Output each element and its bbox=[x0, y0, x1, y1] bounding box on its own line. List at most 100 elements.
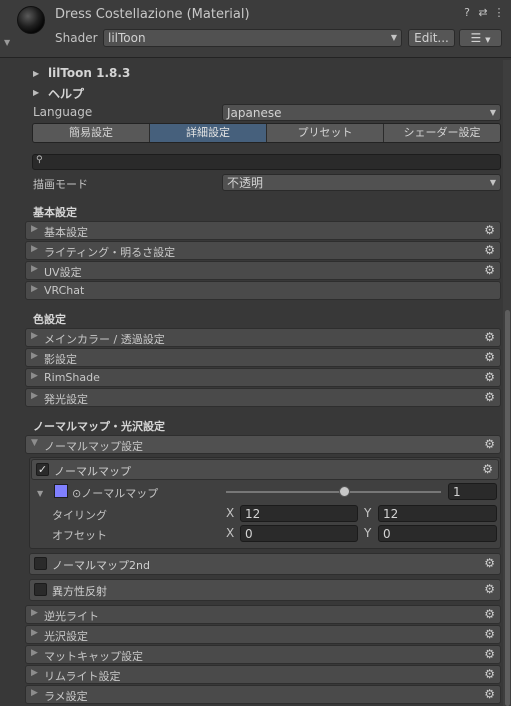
gear-icon[interactable]: ⚙ bbox=[484, 607, 495, 621]
strength-slider-knob[interactable] bbox=[339, 486, 350, 497]
offset-y-field[interactable]: 0 bbox=[378, 525, 497, 542]
foldout-arrow-icon: ▶ bbox=[31, 668, 38, 678]
foldout-arrow-open-icon: ▼ bbox=[31, 438, 38, 448]
foldout-label: ノーマルマップ設定 bbox=[44, 440, 143, 453]
preset-icon[interactable]: ⇄ bbox=[476, 6, 490, 20]
strength-field[interactable]: 1 bbox=[448, 483, 497, 500]
foldout-shadow[interactable]: ▶ 影設定 ⚙ bbox=[25, 348, 501, 367]
foldout-basic[interactable]: ▶ 基本設定 ⚙ bbox=[25, 221, 501, 240]
material-preview-icon bbox=[17, 6, 45, 34]
foldout-emission[interactable]: ▶ 発光設定 ⚙ bbox=[25, 388, 501, 407]
search-input[interactable]: ⚲ bbox=[32, 154, 501, 170]
gear-icon[interactable]: ⚙ bbox=[484, 437, 495, 451]
foldout-uv[interactable]: ▶ UV設定 ⚙ bbox=[25, 261, 501, 280]
foldout-label: 影設定 bbox=[44, 353, 77, 366]
normal-texture-swatch[interactable] bbox=[54, 484, 68, 498]
offset-label: オフセット bbox=[52, 529, 107, 542]
tiling-y-field[interactable]: 12 bbox=[378, 505, 497, 522]
shader-list-button[interactable]: ☰ ▼ bbox=[459, 29, 502, 47]
tab-shader-settings[interactable]: シェーダー設定 bbox=[384, 124, 500, 142]
normal-map-2nd-checkbox[interactable] bbox=[34, 557, 47, 570]
foldout-lighting[interactable]: ▶ ライティング・明るさ設定 ⚙ bbox=[25, 241, 501, 260]
shader-value: lilToon bbox=[108, 31, 146, 45]
foldout-arrow-icon: ▶ bbox=[31, 371, 38, 381]
render-mode-value: 不透明 bbox=[227, 176, 264, 190]
anisotropy-checkbox[interactable] bbox=[34, 583, 47, 596]
gear-icon[interactable]: ⚙ bbox=[484, 582, 495, 596]
foldout-label: 基本設定 bbox=[44, 226, 88, 239]
language-value: Japanese bbox=[227, 106, 282, 120]
version-foldout[interactable]: lilToon 1.8.3 bbox=[48, 66, 130, 80]
foldout-label: 逆光ライト bbox=[44, 610, 99, 623]
edit-shader-button[interactable]: Edit... bbox=[408, 29, 455, 47]
foldout-label: メインカラー / 透過設定 bbox=[44, 333, 165, 346]
foldout-reflection[interactable]: ▶ 光沢設定 ⚙ bbox=[25, 625, 501, 644]
foldout-normal-map-settings[interactable]: ▼ ノーマルマップ設定 ⚙ bbox=[25, 435, 501, 454]
foldout-glitter[interactable]: ▶ ラメ設定 ⚙ bbox=[25, 685, 501, 704]
offset-x-field[interactable]: 0 bbox=[240, 525, 358, 542]
gear-icon[interactable]: ⚙ bbox=[484, 627, 495, 641]
tab-advanced[interactable]: 詳細設定 bbox=[150, 124, 267, 142]
foldout-label: ライティング・明るさ設定 bbox=[44, 246, 176, 259]
foldout-rimshade[interactable]: ▶ RimShade ⚙ bbox=[25, 368, 501, 387]
foldout-backlight[interactable]: ▶ 逆光ライト ⚙ bbox=[25, 605, 501, 624]
help-icon[interactable]: ? bbox=[460, 6, 474, 20]
section-title-basic: 基本設定 bbox=[33, 206, 77, 219]
tiling-label: タイリング bbox=[52, 509, 107, 522]
tab-preset[interactable]: プリセット bbox=[267, 124, 384, 142]
list-icon: ☰ bbox=[470, 31, 482, 45]
search-icon: ⚲ bbox=[36, 155, 43, 165]
offset-x-label: X bbox=[226, 526, 235, 540]
foldout-rimlight[interactable]: ▶ リムライト設定 ⚙ bbox=[25, 665, 501, 684]
tiling-x-field[interactable]: 12 bbox=[240, 505, 358, 522]
foldout-label: UV設定 bbox=[44, 266, 82, 279]
gear-icon[interactable]: ⚙ bbox=[484, 223, 495, 237]
foldout-label: VRChat bbox=[44, 284, 85, 297]
foldout-arrow-icon: ▶ bbox=[31, 628, 38, 638]
foldout-arrow-icon: ▶ bbox=[31, 648, 38, 658]
gear-icon[interactable]: ⚙ bbox=[484, 647, 495, 661]
gear-icon[interactable]: ⚙ bbox=[484, 687, 495, 701]
mode-tabs: 簡易設定 詳細設定 プリセット シェーダー設定 bbox=[32, 123, 501, 143]
normal-map-property-label: ⊙ノーマルマップ bbox=[72, 487, 159, 500]
anisotropy-row: 異方性反射 ⚙ bbox=[29, 579, 501, 601]
foldout-label: RimShade bbox=[44, 371, 100, 384]
anisotropy-label: 異方性反射 bbox=[52, 585, 107, 598]
gear-icon[interactable]: ⚙ bbox=[484, 243, 495, 257]
foldout-arrow-icon: ▶ bbox=[31, 608, 38, 618]
foldout-arrow-icon: ▶ bbox=[31, 391, 38, 401]
language-label: Language bbox=[33, 105, 93, 119]
foldout-arrow-icon: ▶ bbox=[31, 284, 38, 294]
foldout-arrow-icon: ▶ bbox=[31, 688, 38, 698]
section-title-color: 色設定 bbox=[33, 313, 66, 326]
strength-slider-track[interactable] bbox=[226, 491, 441, 493]
foldout-label: 光沢設定 bbox=[44, 630, 88, 643]
normal-map-checkbox[interactable]: ✓ bbox=[36, 463, 49, 476]
tab-simple[interactable]: 簡易設定 bbox=[33, 124, 150, 142]
gear-icon[interactable]: ⚙ bbox=[484, 350, 495, 364]
gear-icon[interactable]: ⚙ bbox=[484, 556, 495, 570]
gear-icon[interactable]: ⚙ bbox=[484, 370, 495, 384]
header-foldout-icon[interactable]: ▼ bbox=[4, 38, 10, 47]
foldout-label: リムライト設定 bbox=[44, 670, 121, 683]
gear-icon[interactable]: ⚙ bbox=[484, 330, 495, 344]
gear-icon[interactable]: ⚙ bbox=[482, 462, 493, 476]
section-title-normal: ノーマルマップ・光沢設定 bbox=[33, 420, 165, 433]
language-dropdown[interactable]: Japanese ▼ bbox=[222, 104, 501, 121]
foldout-vrchat[interactable]: ▶ VRChat bbox=[25, 281, 501, 300]
foldout-main-color[interactable]: ▶ メインカラー / 透過設定 ⚙ bbox=[25, 328, 501, 347]
foldout-arrow-icon[interactable]: ▶ bbox=[33, 69, 39, 78]
gear-icon[interactable]: ⚙ bbox=[484, 667, 495, 681]
render-mode-dropdown[interactable]: 不透明 ▼ bbox=[222, 174, 501, 191]
scrollbar-thumb[interactable] bbox=[505, 310, 510, 706]
foldout-arrow-icon[interactable]: ▶ bbox=[33, 88, 39, 97]
shader-dropdown[interactable]: lilToon ▼ bbox=[103, 29, 402, 47]
normal-map-toggle-row: ✓ ノーマルマップ ⚙ bbox=[31, 459, 499, 480]
help-foldout[interactable]: ヘルプ bbox=[48, 85, 84, 102]
gear-icon[interactable]: ⚙ bbox=[484, 390, 495, 404]
render-mode-label: 描画モード bbox=[33, 178, 88, 191]
foldout-matcap[interactable]: ▶ マットキャップ設定 ⚙ bbox=[25, 645, 501, 664]
gear-icon[interactable]: ⚙ bbox=[484, 263, 495, 277]
texture-foldout-icon[interactable]: ▼ bbox=[37, 489, 43, 498]
context-menu-icon[interactable]: ⋮ bbox=[492, 6, 506, 20]
